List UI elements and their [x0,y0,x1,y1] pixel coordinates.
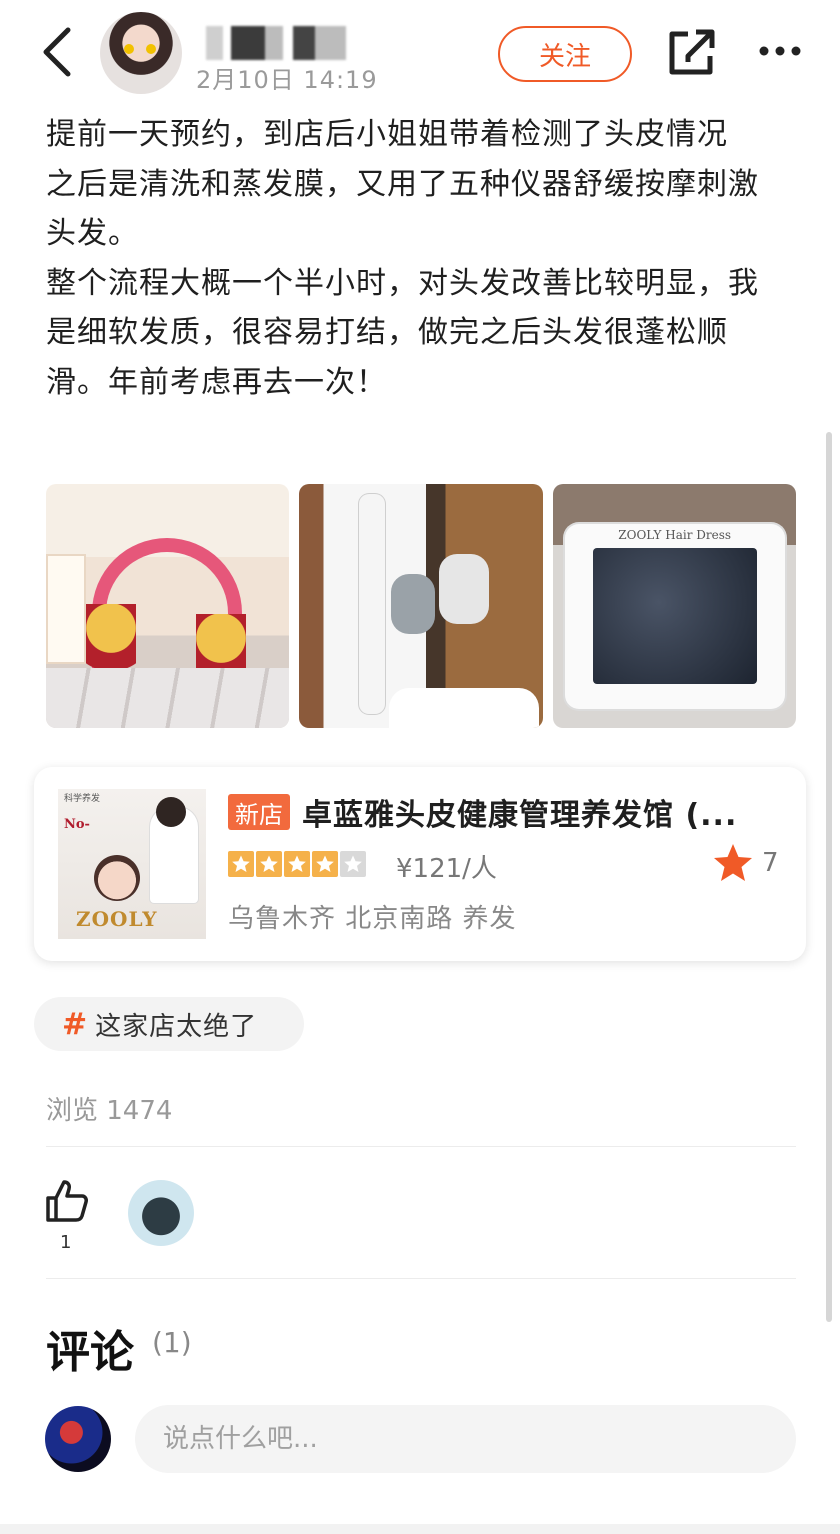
topic-tag[interactable]: # 这家店太绝了 [34,997,304,1051]
photo-gallery: ZOOLY Hair Dress [46,484,796,728]
device-head [391,574,436,634]
share-icon[interactable] [666,26,718,78]
favorite-count: 7 [762,848,779,878]
scanner-screen [592,548,757,684]
thumbs-up-icon[interactable] [44,1178,90,1224]
post-date: 2月10日 14:19 [196,66,378,94]
photo-scalp-scanner[interactable]: ZOOLY Hair Dress [552,484,796,728]
author-name-redacted[interactable] [206,26,346,60]
star-filled-icon [228,851,254,877]
post-paragraph: 提前一天预约，到店后小姐姐带着检测了头皮情况 [46,117,728,152]
comments-title: 评论 [46,1327,134,1378]
view-count: 浏览 1474 [46,1096,173,1126]
liker-avatar[interactable] [128,1180,194,1246]
rating-stars [228,851,366,877]
divider [46,1278,796,1279]
shop-price: ¥121/人 [396,854,497,884]
top-bar: 2月10日 14:19 关注 [0,0,840,100]
star-empty-icon [340,851,366,877]
photo-floor [46,668,290,728]
new-shop-badge: 新店 [228,794,290,830]
comments-count: (1) [152,1326,192,1359]
divider [46,1146,796,1147]
photo-devices[interactable] [299,484,543,728]
post-body: 提前一天预约，到店后小姐姐带着检测了头皮情况 之后是清洗和蒸发膜，又用了五种仪器… [46,110,786,407]
shop-name[interactable]: 卓蓝雅头皮健康管理养发馆 (... [302,790,772,834]
device-base [389,688,540,728]
post-paragraph: 整个流程大概一个半小时，对头发改善比较明显，我是细软发质，很容易打结，做完之后头… [46,265,759,400]
photo-storefront[interactable] [46,484,290,728]
device-stand [359,494,386,714]
star-filled-icon [284,851,310,877]
scrollbar[interactable] [826,432,832,1322]
star-filled-icon [312,851,338,877]
thumb-caption: 科学养发 [64,794,101,804]
post-paragraph: 之后是清洗和蒸发膜，又用了五种仪器舒缓按摩刺激头发。 [46,166,759,252]
shop-location: 乌鲁木齐 北京南路 养发 [228,904,517,934]
like-count: 1 [60,1232,72,1253]
topic-label: 这家店太绝了 [95,1011,258,1042]
scanner-brand: ZOOLY Hair Dress [618,528,732,542]
thumb-face [94,855,140,901]
user-avatar[interactable] [45,1406,111,1472]
thumb-brand: ZOOLY [76,907,158,931]
device-head [439,554,490,624]
shop-thumbnail: 科学养发 No- ZOOLY [58,789,206,939]
hashtag-icon: # [62,1006,88,1042]
scanner-tablet: ZOOLY Hair Dress [564,524,785,709]
back-arrow-icon[interactable] [36,24,80,80]
author-avatar[interactable] [100,12,182,94]
photo-shelf [46,554,86,664]
bottom-edge [0,1524,840,1534]
thumb-figure-head [156,797,186,827]
more-icon[interactable] [756,36,804,66]
star-filled-icon [256,851,282,877]
comment-input[interactable] [135,1405,796,1473]
star-icon[interactable] [712,842,754,884]
thumb-no: No- [64,817,90,832]
follow-button[interactable]: 关注 [498,26,632,82]
